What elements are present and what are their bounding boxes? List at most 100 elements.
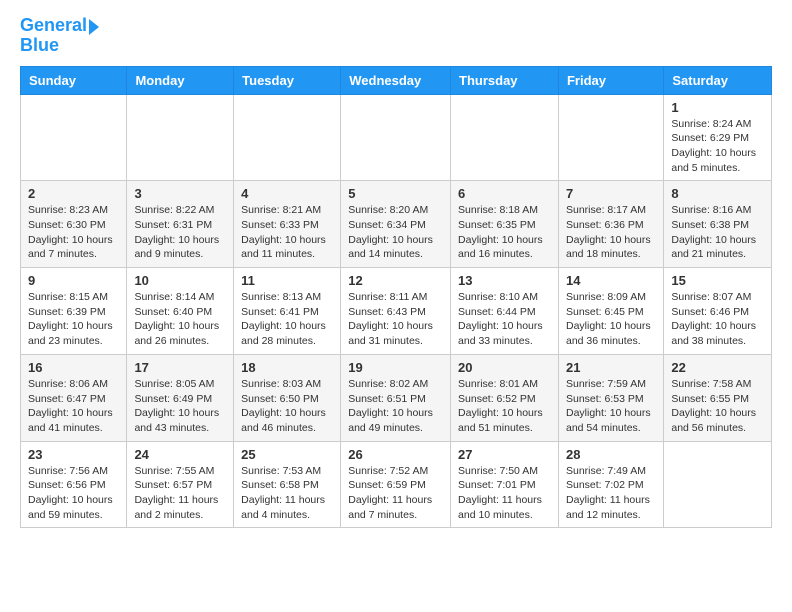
day-info: Sunrise: 8:10 AM Sunset: 6:44 PM Dayligh… [458, 290, 551, 349]
calendar-week-1: 2Sunrise: 8:23 AM Sunset: 6:30 PM Daylig… [21, 181, 772, 268]
calendar-cell: 9 Sunrise: 8:15 AM Sunset: 6:39 PM Daylig… [21, 268, 127, 355]
calendar-cell: 11 Sunrise: 8:13 AM Sunset: 6:41 PM Dayli… [234, 268, 341, 355]
calendar-cell: 28 Sunrise: 7:49 AM Sunset: 7:02 PM Dayli… [558, 441, 663, 528]
calendar-cell [664, 441, 772, 528]
weekday-header-monday: Monday [127, 66, 234, 94]
logo-blue: Blue [20, 36, 99, 56]
day-number: 6 [458, 186, 551, 201]
calendar-week-4: 23 Sunrise: 7:56 AM Sunset: 6:56 PM Dayli… [21, 441, 772, 528]
day-number: 18 [241, 360, 333, 375]
weekday-header-row: SundayMondayTuesdayWednesdayThursdayFrid… [21, 66, 772, 94]
day-number: 12 [348, 273, 443, 288]
calendar-cell: 25 Sunrise: 7:53 AM Sunset: 6:58 PM Dayli… [234, 441, 341, 528]
day-info: Sunrise: 8:13 AM Sunset: 6:41 PM Dayligh… [241, 290, 333, 349]
calendar-cell: 6 Sunrise: 8:18 AM Sunset: 6:35 PM Daylig… [451, 181, 559, 268]
day-number: 13 [458, 273, 551, 288]
calendar-cell: 12 Sunrise: 8:11 AM Sunset: 6:43 PM Dayli… [341, 268, 451, 355]
calendar-cell: 19 Sunrise: 8:02 AM Sunset: 6:51 PM Dayli… [341, 354, 451, 441]
day-info: Sunrise: 8:09 AM Sunset: 6:45 PM Dayligh… [566, 290, 656, 349]
calendar-cell: 22 Sunrise: 7:58 AM Sunset: 6:55 PM Dayli… [664, 354, 772, 441]
day-info: Sunrise: 7:58 AM Sunset: 6:55 PM Dayligh… [671, 377, 764, 436]
calendar-cell: 17Sunrise: 8:05 AM Sunset: 6:49 PM Dayli… [127, 354, 234, 441]
day-info: Sunrise: 8:11 AM Sunset: 6:43 PM Dayligh… [348, 290, 443, 349]
calendar-cell: 4Sunrise: 8:21 AM Sunset: 6:33 PM Daylig… [234, 181, 341, 268]
day-info: Sunrise: 8:21 AM Sunset: 6:33 PM Dayligh… [241, 203, 333, 262]
weekday-header-saturday: Saturday [664, 66, 772, 94]
day-info: Sunrise: 7:56 AM Sunset: 6:56 PM Dayligh… [28, 464, 119, 523]
calendar-cell: 14 Sunrise: 8:09 AM Sunset: 6:45 PM Dayli… [558, 268, 663, 355]
day-info: Sunrise: 8:01 AM Sunset: 6:52 PM Dayligh… [458, 377, 551, 436]
logo-general: General [20, 16, 87, 36]
calendar-cell [451, 94, 559, 181]
day-info: Sunrise: 7:53 AM Sunset: 6:58 PM Dayligh… [241, 464, 333, 523]
day-info: Sunrise: 7:59 AM Sunset: 6:53 PM Dayligh… [566, 377, 656, 436]
calendar-cell: 21 Sunrise: 7:59 AM Sunset: 6:53 PM Dayli… [558, 354, 663, 441]
day-info: Sunrise: 7:50 AM Sunset: 7:01 PM Dayligh… [458, 464, 551, 523]
logo-triangle-icon [89, 19, 99, 35]
calendar-cell: 8Sunrise: 8:16 AM Sunset: 6:38 PM Daylig… [664, 181, 772, 268]
calendar-week-0: 1 Sunrise: 8:24 AM Sunset: 6:29 PM Daylig… [21, 94, 772, 181]
day-info: Sunrise: 8:23 AM Sunset: 6:30 PM Dayligh… [28, 203, 119, 262]
day-number: 28 [566, 447, 656, 462]
weekday-header-sunday: Sunday [21, 66, 127, 94]
day-number: 11 [241, 273, 333, 288]
day-info: Sunrise: 8:06 AM Sunset: 6:47 PM Dayligh… [28, 377, 119, 436]
calendar-cell [234, 94, 341, 181]
calendar-cell: 10 Sunrise: 8:14 AM Sunset: 6:40 PM Dayli… [127, 268, 234, 355]
weekday-header-wednesday: Wednesday [341, 66, 451, 94]
day-number: 26 [348, 447, 443, 462]
day-number: 10 [134, 273, 226, 288]
calendar-cell: 27 Sunrise: 7:50 AM Sunset: 7:01 PM Dayli… [451, 441, 559, 528]
day-number: 5 [348, 186, 443, 201]
day-number: 27 [458, 447, 551, 462]
calendar-page: General Blue SundayMondayTuesdayWednesda… [0, 0, 792, 544]
day-info: Sunrise: 8:17 AM Sunset: 6:36 PM Dayligh… [566, 203, 656, 262]
day-info: Sunrise: 8:24 AM Sunset: 6:29 PM Dayligh… [671, 117, 764, 176]
day-info: Sunrise: 7:52 AM Sunset: 6:59 PM Dayligh… [348, 464, 443, 523]
day-info: Sunrise: 8:14 AM Sunset: 6:40 PM Dayligh… [134, 290, 226, 349]
calendar-cell: 26 Sunrise: 7:52 AM Sunset: 6:59 PM Dayli… [341, 441, 451, 528]
day-number: 8 [671, 186, 764, 201]
weekday-header-thursday: Thursday [451, 66, 559, 94]
day-info: Sunrise: 8:02 AM Sunset: 6:51 PM Dayligh… [348, 377, 443, 436]
day-number: 20 [458, 360, 551, 375]
calendar-cell [341, 94, 451, 181]
day-info: Sunrise: 8:15 AM Sunset: 6:39 PM Dayligh… [28, 290, 119, 349]
day-number: 9 [28, 273, 119, 288]
calendar-cell [21, 94, 127, 181]
day-number: 23 [28, 447, 119, 462]
day-info: Sunrise: 8:22 AM Sunset: 6:31 PM Dayligh… [134, 203, 226, 262]
calendar-cell: 1 Sunrise: 8:24 AM Sunset: 6:29 PM Daylig… [664, 94, 772, 181]
weekday-header-tuesday: Tuesday [234, 66, 341, 94]
calendar-cell: 13 Sunrise: 8:10 AM Sunset: 6:44 PM Dayli… [451, 268, 559, 355]
calendar-cell: 18 Sunrise: 8:03 AM Sunset: 6:50 PM Dayli… [234, 354, 341, 441]
calendar-cell: 7 Sunrise: 8:17 AM Sunset: 6:36 PM Daylig… [558, 181, 663, 268]
day-number: 25 [241, 447, 333, 462]
calendar-cell: 16 Sunrise: 8:06 AM Sunset: 6:47 PM Dayli… [21, 354, 127, 441]
day-number: 16 [28, 360, 119, 375]
day-number: 21 [566, 360, 656, 375]
day-number: 22 [671, 360, 764, 375]
weekday-header-friday: Friday [558, 66, 663, 94]
calendar-cell: 5Sunrise: 8:20 AM Sunset: 6:34 PM Daylig… [341, 181, 451, 268]
calendar-cell [127, 94, 234, 181]
day-number: 1 [671, 100, 764, 115]
calendar-cell: 15 Sunrise: 8:07 AM Sunset: 6:46 PM Dayli… [664, 268, 772, 355]
day-info: Sunrise: 8:18 AM Sunset: 6:35 PM Dayligh… [458, 203, 551, 262]
header: General Blue [20, 16, 772, 56]
logo-text-block: General Blue [20, 16, 99, 56]
calendar-cell: 20 Sunrise: 8:01 AM Sunset: 6:52 PM Dayli… [451, 354, 559, 441]
day-info: Sunrise: 7:49 AM Sunset: 7:02 PM Dayligh… [566, 464, 656, 523]
day-number: 19 [348, 360, 443, 375]
day-info: Sunrise: 8:07 AM Sunset: 6:46 PM Dayligh… [671, 290, 764, 349]
day-info: Sunrise: 8:03 AM Sunset: 6:50 PM Dayligh… [241, 377, 333, 436]
day-number: 14 [566, 273, 656, 288]
calendar-week-2: 9 Sunrise: 8:15 AM Sunset: 6:39 PM Daylig… [21, 268, 772, 355]
calendar-cell: 3 Sunrise: 8:22 AM Sunset: 6:31 PM Daylig… [127, 181, 234, 268]
calendar-cell: 2Sunrise: 8:23 AM Sunset: 6:30 PM Daylig… [21, 181, 127, 268]
calendar-table: SundayMondayTuesdayWednesdayThursdayFrid… [20, 66, 772, 529]
day-number: 7 [566, 186, 656, 201]
calendar-week-3: 16 Sunrise: 8:06 AM Sunset: 6:47 PM Dayli… [21, 354, 772, 441]
day-number: 15 [671, 273, 764, 288]
day-number: 3 [134, 186, 226, 201]
